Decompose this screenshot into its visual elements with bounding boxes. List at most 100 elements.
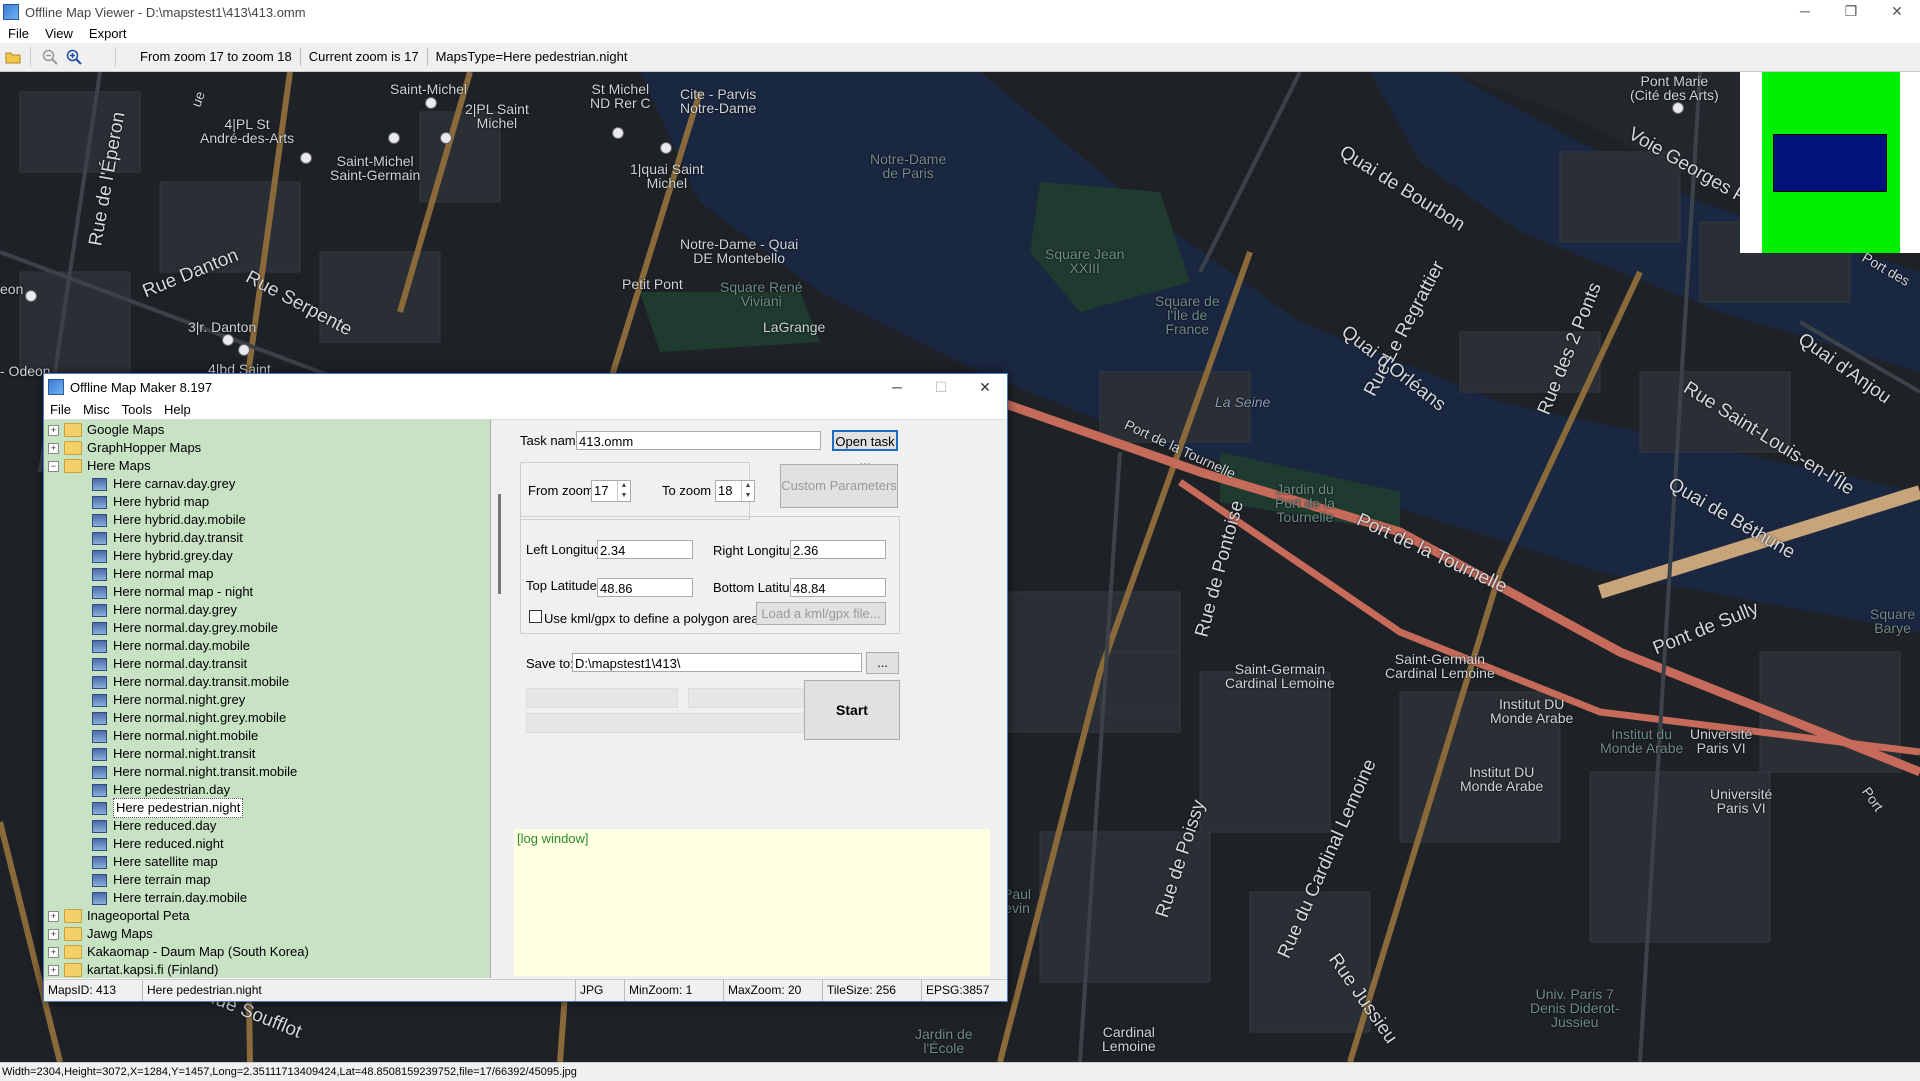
tree-item-here-map[interactable]: Here normal.night.grey	[92, 691, 245, 709]
task-name-input[interactable]: 413.omm	[576, 431, 821, 450]
kml-checkbox[interactable]	[529, 610, 542, 623]
tree-item-here-map[interactable]: Here normal.night.transit.mobile	[92, 763, 297, 781]
map-label: Institut DU Monde Arabe	[1490, 696, 1574, 726]
browse-button[interactable]: ...	[866, 652, 899, 674]
tree-item-here-map[interactable]: Here normal map - night	[92, 583, 253, 601]
tree-item-here-map[interactable]: Here hybrid.day.mobile	[92, 511, 246, 529]
metro-poi-icon	[222, 334, 234, 346]
tree-item-here-map[interactable]: Here reduced.night	[92, 835, 224, 853]
progress-bar-1	[526, 688, 678, 708]
map-label: Jardin de l'École	[915, 1026, 973, 1056]
map-type-icon	[92, 513, 107, 527]
map-type-icon	[92, 567, 107, 581]
map-type-icon	[92, 855, 107, 869]
left-longitude-input[interactable]: 2.34	[597, 540, 693, 559]
tree-group-kakaomap[interactable]: + Kakaomap - Daum Map (South Korea)	[48, 943, 309, 961]
log-scrollbar[interactable]	[990, 829, 1004, 976]
tree-group-inageoportal[interactable]: + Inageoportal Peta	[48, 907, 190, 925]
metro-poi-icon	[300, 152, 312, 164]
tree-item-here-map[interactable]: Here normal.night.grey.mobile	[92, 709, 286, 727]
menu-bar: File View Export	[0, 24, 1920, 43]
map-label: Notre-Dame de Paris	[870, 151, 947, 181]
map-type-tree[interactable]: + Google Maps + GraphHopper Maps − Here Map…	[44, 420, 491, 978]
tree-item-here-map[interactable]: Here normal.day.transit	[92, 655, 247, 673]
map-label: Pont Marie (Cité des Arts)	[1630, 73, 1719, 103]
menu-view[interactable]: View	[37, 24, 81, 43]
maps-type-text: MapsType=Here pedestrian.night	[435, 49, 628, 64]
tree-group-graphhopper-maps[interactable]: + GraphHopper Maps	[48, 439, 201, 457]
map-label: Institut du Monde Arabe	[1600, 726, 1684, 756]
to-zoom-spinner[interactable]: 18 ▲ ▼	[715, 480, 755, 502]
minimap-viewport[interactable]	[1773, 134, 1887, 192]
map-type-icon	[92, 765, 107, 779]
zoom-range-text: From zoom 17 to zoom 18	[132, 48, 301, 66]
tree-item-here-map[interactable]: Here hybrid map	[92, 493, 209, 511]
tree-item-here-map[interactable]: Here normal.day.transit.mobile	[92, 673, 289, 691]
tree-item-here-map[interactable]: Here hybrid.day.transit	[92, 529, 243, 547]
dialog-menu-help[interactable]: Help	[158, 400, 197, 419]
metro-poi-icon	[425, 97, 437, 109]
dialog-menu-misc[interactable]: Misc	[77, 400, 116, 419]
dialog-menu-tools[interactable]: Tools	[116, 400, 158, 419]
spinner-arrows-icon[interactable]: ▲ ▼	[617, 481, 630, 501]
zoom-out-icon[interactable]	[39, 46, 61, 68]
bottom-latitude-input[interactable]: 48.84	[790, 578, 886, 597]
map-label: Square Jean XXIII	[1045, 246, 1125, 276]
map-type-icon	[92, 873, 107, 887]
status-min-zoom: MinZoom: 1	[625, 980, 724, 1001]
app-icon	[48, 379, 64, 395]
map-label: LaGrange	[763, 319, 826, 335]
tree-item-here-map[interactable]: Here normal.day.grey	[92, 601, 237, 619]
tree-item-here-map[interactable]: Here terrain.day.mobile	[92, 889, 247, 907]
tree-item-here-map[interactable]: Here normal map	[92, 565, 213, 583]
save-to-input[interactable]: D:\mapstest1\413\	[572, 653, 862, 672]
from-zoom-spinner[interactable]: 17 ▲ ▼	[591, 480, 631, 502]
close-button[interactable]: ✕	[1874, 0, 1920, 22]
open-task-button[interactable]: Open task ...	[832, 430, 898, 468]
tree-item-here-map[interactable]: Here reduced.day	[92, 817, 216, 835]
folder-icon	[64, 945, 82, 959]
dialog-close-button[interactable]: ✕	[963, 374, 1007, 400]
map-label: Saint-Germain Cardinal Lemoine	[1225, 661, 1335, 691]
tree-group-here-maps[interactable]: − Here Maps	[48, 457, 151, 475]
dialog-minimize-button[interactable]: ─	[875, 374, 919, 400]
top-latitude-label: Top Latitude	[526, 578, 597, 593]
dialog-menu-file[interactable]: File	[44, 400, 77, 419]
tree-group-kartat[interactable]: + kartat.kapsi.fi (Finland)	[48, 961, 219, 978]
map-label: Université Paris VI	[1690, 726, 1753, 756]
maximize-button[interactable]: ❐	[1828, 0, 1874, 22]
main-title-bar: Offline Map Viewer - D:\mapstest1\413\41…	[0, 0, 1920, 24]
map-label: 3|r. Danton	[188, 319, 257, 335]
right-longitude-input[interactable]: 2.36	[790, 540, 886, 559]
tree-group-jawg-maps[interactable]: + Jawg Maps	[48, 925, 153, 943]
menu-file[interactable]: File	[0, 24, 37, 43]
tree-item-here-map[interactable]: Here normal.day.grey.mobile	[92, 619, 278, 637]
overview-minimap[interactable]	[1740, 72, 1920, 253]
tree-item-here-map[interactable]: Here pedestrian.night	[92, 798, 244, 818]
map-label: 2|PL Saint Michel	[465, 101, 529, 131]
minimize-button[interactable]: ─	[1782, 0, 1828, 22]
menu-export[interactable]: Export	[81, 24, 135, 43]
dialog-menu-bar: File Misc Tools Help	[44, 400, 1007, 420]
tree-item-here-map[interactable]: Here normal.night.transit	[92, 745, 255, 763]
tree-item-here-map[interactable]: Here satellite map	[92, 853, 218, 871]
tree-item-here-map[interactable]: Here hybrid.grey.day	[92, 547, 233, 565]
tree-item-here-map[interactable]: Here pedestrian.day	[92, 781, 230, 799]
tree-scrollbar[interactable]	[491, 420, 508, 978]
tree-group-google-maps[interactable]: + Google Maps	[48, 421, 164, 439]
top-latitude-input[interactable]: 48.86	[597, 578, 693, 597]
folder-open-icon[interactable]	[2, 46, 24, 68]
tree-item-here-map[interactable]: Here normal.day.mobile	[92, 637, 250, 655]
tree-item-here-map[interactable]: Here terrain map	[92, 871, 211, 889]
start-button[interactable]: Start	[804, 680, 900, 740]
status-tile-size: TileSize: 256	[823, 980, 922, 1001]
map-type-icon	[92, 675, 107, 689]
tree-item-here-map[interactable]: Here carnav.day.grey	[92, 475, 235, 493]
map-label: Université Paris VI	[1710, 786, 1773, 816]
zoom-in-icon[interactable]	[63, 46, 85, 68]
map-label: Notre-Dame - Quai DE Montebello	[680, 236, 799, 266]
log-window[interactable]: [log window]	[514, 829, 990, 976]
spinner-arrows-icon[interactable]: ▲ ▼	[741, 481, 754, 501]
tree-item-here-map[interactable]: Here normal.night.mobile	[92, 727, 258, 745]
custom-parameters-button: Custom Parameters	[780, 464, 898, 508]
